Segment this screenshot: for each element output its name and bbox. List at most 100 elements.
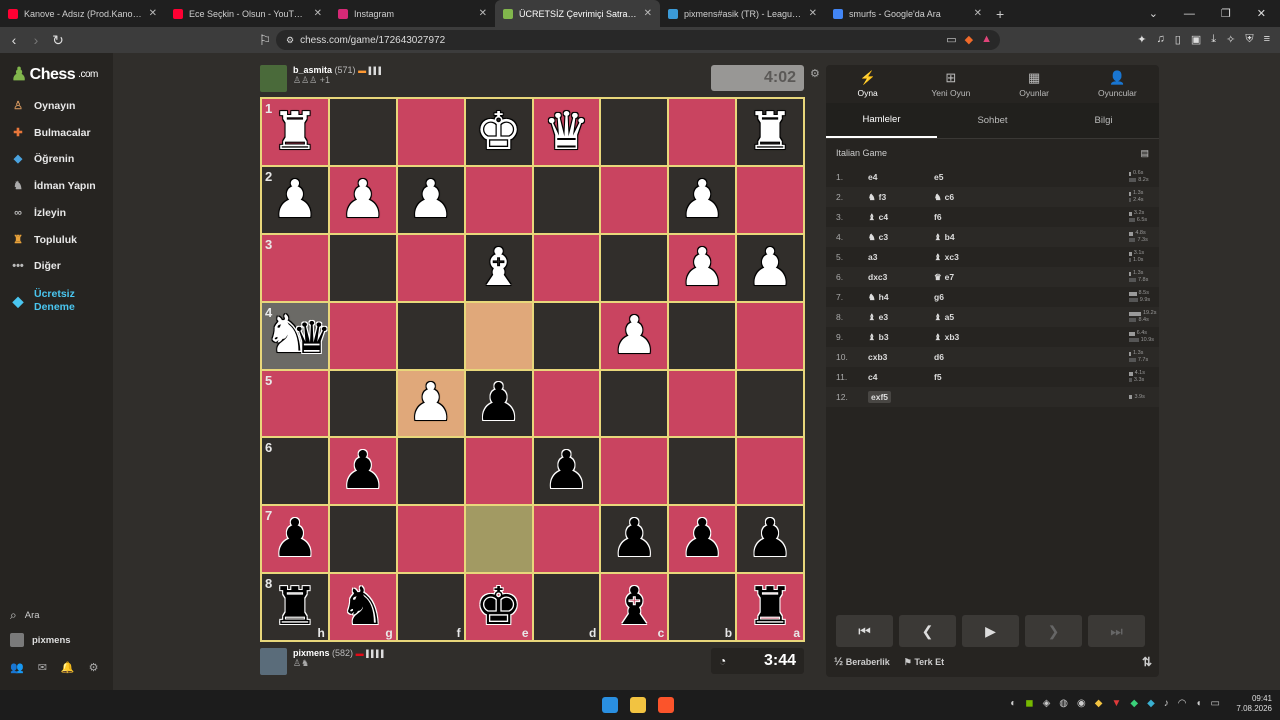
new-tab-button[interactable]: + (996, 6, 1004, 22)
white-queen-piece[interactable]: ♛ (543, 106, 590, 158)
white-move[interactable]: a3 (858, 252, 930, 262)
resign-button[interactable]: ⚑ Terk Et (904, 657, 944, 668)
board-square[interactable]: ♟ (329, 438, 396, 505)
board-square[interactable]: 7 ♟ (262, 506, 328, 573)
board-square[interactable] (329, 506, 396, 573)
white-move[interactable]: ♝ c4 (858, 212, 930, 223)
bottom-player-name[interactable]: pixmens (293, 648, 330, 658)
top-player-avatar[interactable] (260, 65, 287, 92)
sidebar-toggle-icon[interactable]: ▯ (1175, 33, 1181, 46)
microphone-icon[interactable]: ♪ (1164, 698, 1169, 709)
close-tab-icon[interactable]: ✕ (149, 8, 157, 19)
play-button[interactable]: ▶ (962, 615, 1019, 647)
mail-icon[interactable]: ✉ (38, 661, 47, 674)
wallet-icon[interactable]: ▣ (1191, 33, 1201, 46)
board-square[interactable] (329, 234, 396, 301)
board-square[interactable] (669, 99, 736, 165)
board-square[interactable] (465, 438, 532, 505)
board-square[interactable] (601, 438, 668, 505)
white-move[interactable]: cxb3 (858, 352, 930, 362)
black-move[interactable]: ♝ a5 (930, 312, 1100, 323)
back-button[interactable]: ‹ (3, 32, 25, 48)
board-square[interactable]: ♟ (397, 166, 464, 233)
subtab-bilgi[interactable]: Bilgi (1048, 103, 1159, 138)
top-player-name[interactable]: b_asmita (293, 65, 332, 75)
board-square[interactable]: 2 ♟ (262, 166, 328, 233)
board-square[interactable]: 4 ♞ ♛ (262, 302, 331, 369)
first-move-button[interactable]: ⏮ (836, 615, 893, 647)
white-move[interactable]: ♞ h4 (858, 292, 930, 303)
board-square[interactable]: ♟ (601, 506, 668, 573)
board-square[interactable] (533, 234, 600, 301)
brave-rewards-icon[interactable]: ▲ (981, 33, 992, 46)
board-square[interactable]: ♚ (465, 99, 532, 165)
black-bishop-piece[interactable]: ♝ (611, 581, 658, 633)
browser-tab[interactable]: Instagram ✕ (330, 0, 495, 27)
bottom-player-avatar[interactable] (260, 648, 287, 675)
board-square[interactable]: ♟ (669, 166, 736, 233)
board-square[interactable] (737, 302, 803, 369)
black-move[interactable]: e5 (930, 172, 1100, 182)
bell-icon[interactable]: 🔔 (61, 661, 75, 674)
forward-button[interactable]: › (25, 32, 47, 48)
sidebar-item[interactable]: ••• Diğer (10, 259, 61, 273)
close-tab-icon[interactable]: ✕ (479, 8, 487, 19)
board-square[interactable]: ♟ (669, 506, 736, 573)
close-tab-icon[interactable]: ✕ (644, 8, 652, 19)
black-pawn-piece[interactable]: ♟ (543, 445, 590, 497)
bookmark-icon[interactable]: ⚐ (254, 32, 276, 49)
site-info-icon[interactable]: ⚙ (286, 35, 294, 46)
board-settings-icon[interactable]: ⚙ (810, 67, 820, 80)
settings-gear-icon[interactable]: ⚙ (89, 661, 99, 674)
wifi-icon[interactable]: ◠ (1178, 698, 1187, 709)
board-square[interactable]: b (669, 574, 736, 640)
board-square[interactable] (669, 302, 736, 369)
black-pawn-piece[interactable]: ♟ (475, 377, 522, 429)
white-pawn-piece[interactable]: ♟ (340, 174, 387, 226)
restore-button[interactable]: ❐ (1221, 7, 1231, 20)
board-square[interactable] (601, 234, 668, 301)
board-square[interactable] (533, 166, 600, 233)
white-move[interactable]: ♞ c3 (858, 232, 930, 243)
black-move[interactable]: g6 (930, 292, 1100, 302)
board-square[interactable] (601, 99, 668, 165)
board-square[interactable]: ♟ (329, 166, 396, 233)
last-move-button[interactable]: ⏭ (1088, 615, 1145, 647)
white-king-piece[interactable]: ♚ (475, 106, 522, 158)
draw-button[interactable]: ½ Beraberlik (834, 656, 890, 668)
white-pawn-piece[interactable]: ♟ (407, 174, 454, 226)
opening-name[interactable]: Italian Game (836, 148, 887, 158)
board-square[interactable] (601, 370, 668, 437)
board-square[interactable] (669, 438, 736, 505)
black-pawn-piece[interactable]: ♟ (611, 513, 658, 565)
white-pawn-piece[interactable]: ♟ (407, 377, 454, 429)
sidebar-item[interactable]: ∞ İzleyin (10, 206, 66, 220)
black-pawn-piece[interactable]: ♟ (747, 513, 794, 565)
board-square[interactable] (737, 438, 803, 505)
board-square[interactable]: 8 h ♜ (262, 574, 328, 640)
white-pawn-piece[interactable]: ♟ (679, 174, 726, 226)
black-pawn-piece[interactable]: ♟ (272, 513, 319, 565)
white-pawn-piece[interactable]: ♟ (679, 242, 726, 294)
board-square[interactable] (533, 370, 600, 437)
nvidia-icon[interactable]: ◼ (1025, 698, 1033, 709)
reload-button[interactable]: ↻ (47, 32, 69, 49)
white-move[interactable]: e4 (858, 172, 930, 182)
board-square[interactable]: ♟ (737, 234, 803, 301)
board-square[interactable] (465, 302, 532, 369)
white-move[interactable]: ♝ e3 (858, 312, 930, 323)
tab-yeni-oyun[interactable]: ⊞ Yeni Oyun (909, 65, 992, 103)
white-pawn-piece[interactable]: ♟ (272, 174, 319, 226)
extensions-icon[interactable]: ✦ (1137, 33, 1146, 46)
black-queen-piece[interactable]: ♛ (292, 316, 331, 361)
white-move[interactable]: ♞ f3 (858, 192, 930, 203)
board-square[interactable]: ♟ (669, 234, 736, 301)
board-square[interactable] (669, 370, 736, 437)
friends-icon[interactable]: 👥 (10, 661, 24, 674)
next-move-button[interactable]: ❯ (1025, 615, 1082, 647)
board-square[interactable] (737, 370, 803, 437)
sidebar-item[interactable]: ♜ Topluluk (10, 233, 77, 247)
tray-app-icon[interactable]: ▼ (1111, 698, 1121, 709)
board-square[interactable]: d (533, 574, 600, 640)
board-square[interactable]: 3 (262, 234, 328, 301)
